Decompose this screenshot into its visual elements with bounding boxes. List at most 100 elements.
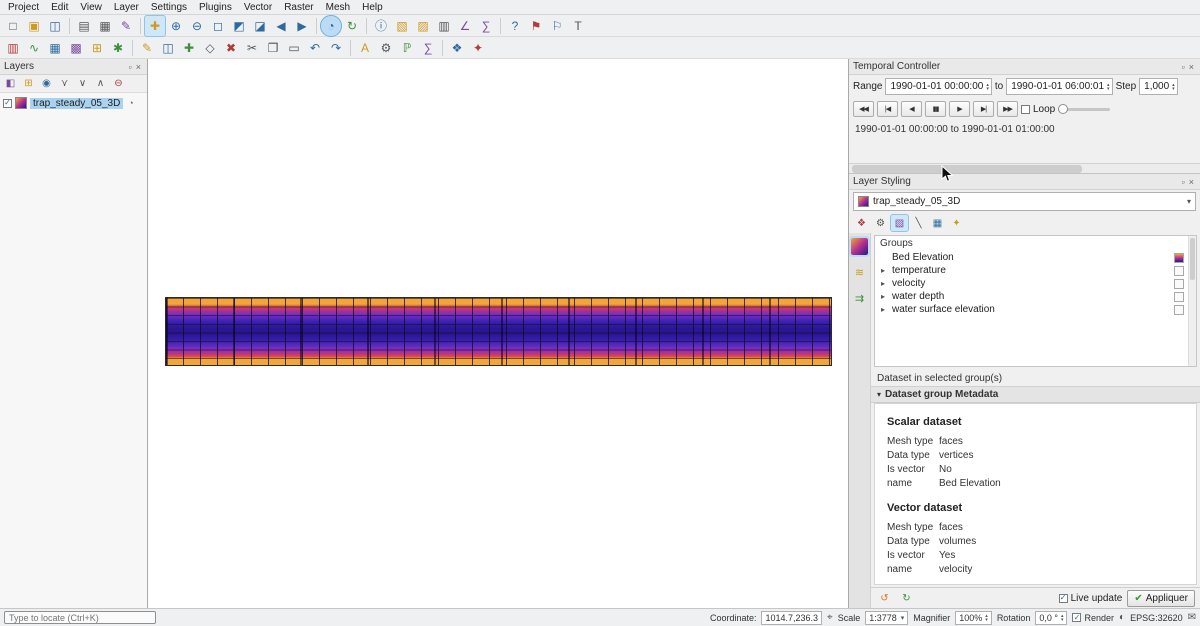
panel-close-icon[interactable]: × — [1187, 177, 1196, 187]
zoom-in-icon[interactable]: ⊕ — [166, 16, 186, 36]
temporal-slider[interactable] — [1058, 108, 1110, 111]
style-manager-icon[interactable]: ✎ — [116, 16, 136, 36]
panel-float-icon[interactable]: ▫ — [1180, 62, 1187, 72]
horizontal-scrollbar[interactable] — [849, 163, 1200, 174]
deselect-features-icon[interactable]: ▨ — [413, 16, 433, 36]
mesh-calculator-icon[interactable]: ∑ — [418, 38, 438, 58]
save-layer-edits-icon[interactable]: ◫ — [158, 38, 178, 58]
group-label[interactable]: velocity — [892, 278, 1172, 289]
tab-settings-icon[interactable]: ⚙ — [872, 215, 889, 231]
styling-layer-selector[interactable]: trap_steady_05_3D ▾ — [853, 192, 1196, 211]
delete-selected-icon[interactable]: ✖ — [221, 38, 241, 58]
add-vector-layer-icon[interactable]: ∿ — [24, 38, 44, 58]
panel-float-icon[interactable]: ▫ — [1180, 177, 1187, 187]
open-layer-styling-panel-icon[interactable]: ◧ — [2, 76, 19, 92]
extents-toggle-icon[interactable]: ⌖ — [827, 612, 833, 623]
menu-help[interactable]: Help — [356, 2, 389, 13]
zoom-last-icon[interactable]: ◀ — [271, 16, 291, 36]
menu-plugins[interactable]: Plugins — [193, 2, 238, 13]
plugin-manager-icon[interactable]: ❖ — [447, 38, 467, 58]
expand-all-icon[interactable]: ∨ — [74, 76, 91, 92]
menu-edit[interactable]: Edit — [45, 2, 74, 13]
group-row-velocity[interactable]: ▸ velocity — [875, 277, 1196, 290]
identify-features-icon[interactable]: ⓘ — [371, 16, 391, 36]
add-group-icon[interactable]: ⊞ — [20, 76, 37, 92]
group-label[interactable]: water depth — [892, 291, 1172, 302]
text-annotation-icon[interactable]: T — [568, 16, 588, 36]
spinner-arrows-icon[interactable]: ▴▾ — [1107, 83, 1110, 91]
menu-raster[interactable]: Raster — [278, 2, 319, 13]
side-tab-arrows-icon[interactable]: ⇉ — [851, 290, 868, 307]
frame-back-button[interactable]: ◀ — [901, 101, 922, 117]
live-update-checkbox-box[interactable]: ✓ — [1059, 594, 1068, 603]
range-end-input[interactable]: 1990-01-01 06:00:01 ▴▾ — [1006, 78, 1112, 95]
layer-checkbox[interactable]: ✓ — [3, 99, 12, 108]
manage-map-themes-icon[interactable]: ◉ — [38, 76, 55, 92]
scalar-toggle-icon[interactable] — [1174, 266, 1184, 276]
scalar-toggle-icon[interactable] — [1174, 253, 1184, 263]
play-button[interactable]: ▶ — [949, 101, 970, 117]
menu-settings[interactable]: Settings — [145, 2, 193, 13]
rotation-spinbox[interactable]: 0,0 ° ▴▾ — [1035, 611, 1067, 625]
scale-combo[interactable]: 1:3778 ▾ — [865, 611, 908, 625]
cut-features-icon[interactable]: ✂ — [242, 38, 262, 58]
pause-button[interactable]: ▮▮ — [925, 101, 946, 117]
map-tips-icon[interactable]: ? — [505, 16, 525, 36]
new-bookmark-icon[interactable]: ⚑ — [526, 16, 546, 36]
apply-button[interactable]: ✔ Appliquer — [1127, 590, 1195, 607]
auto-apply-icon[interactable]: ↻ — [898, 590, 915, 606]
add-mesh-layer-icon[interactable]: ▩ — [66, 38, 86, 58]
metadata-collapsible-header[interactable]: ▾ Dataset group Metadata — [871, 386, 1200, 403]
new-shapefile-layer-icon[interactable]: ✱ — [108, 38, 128, 58]
tab-attributes-icon[interactable]: ❖ — [853, 215, 870, 231]
measure-icon[interactable]: ∠ — [455, 16, 475, 36]
coordinate-value-box[interactable]: 1014.7,236.3 — [761, 611, 822, 625]
live-update-checkbox[interactable]: ✓ Live update — [1059, 593, 1123, 604]
panel-close-icon[interactable]: × — [134, 62, 143, 72]
vertical-scrollbar[interactable] — [1188, 236, 1196, 366]
fast-rewind-button[interactable]: ◀◀ — [853, 101, 874, 117]
save-project-icon[interactable]: ◫ — [45, 16, 65, 36]
pan-map-icon[interactable]: ✚ — [145, 16, 165, 36]
toggle-editing-icon[interactable]: ✎ — [137, 38, 157, 58]
show-bookmarks-icon[interactable]: ⚐ — [547, 16, 567, 36]
horizontal-scrollbar-thumb[interactable] — [852, 165, 1082, 173]
spinner-arrows-icon[interactable]: ▴▾ — [1172, 83, 1175, 91]
menu-layer[interactable]: Layer — [108, 2, 145, 13]
fast-forward-button[interactable]: ▶▶ — [997, 101, 1018, 117]
log-messages-icon[interactable]: ✉ — [1188, 612, 1196, 623]
group-label[interactable]: temperature — [892, 265, 1172, 276]
open-project-icon[interactable]: ▣ — [24, 16, 44, 36]
group-row-bed-elevation[interactable]: Bed Elevation — [875, 251, 1196, 264]
temporal-slider-handle[interactable] — [1058, 104, 1068, 114]
group-row-temperature[interactable]: ▸ temperature — [875, 264, 1196, 277]
new-print-layout-icon[interactable]: ▤ — [74, 16, 94, 36]
zoom-full-icon[interactable]: ◻ — [208, 16, 228, 36]
new-project-icon[interactable]: □ — [3, 16, 23, 36]
refresh-map-icon[interactable]: ↻ — [342, 16, 362, 36]
tree-arrow-icon[interactable]: ▸ — [881, 279, 890, 288]
style-history-icon[interactable]: ↺ — [876, 590, 893, 606]
skip-to-start-button[interactable]: |◀ — [877, 101, 898, 117]
zoom-to-selection-icon[interactable]: ◩ — [229, 16, 249, 36]
processing-toolbox-icon[interactable]: ⚙ — [376, 38, 396, 58]
side-tab-contours-icon[interactable]: ≋ — [851, 264, 868, 281]
render-checkbox-box[interactable]: ✓ — [1072, 613, 1081, 622]
menu-view[interactable]: View — [74, 2, 108, 13]
scalar-toggle-icon[interactable] — [1174, 305, 1184, 315]
spinner-arrows-icon[interactable]: ▴▾ — [985, 614, 988, 622]
metasearch-icon[interactable]: ✦ — [468, 38, 488, 58]
loop-checkbox-box[interactable] — [1021, 105, 1030, 114]
zoom-out-icon[interactable]: ⊖ — [187, 16, 207, 36]
map-canvas[interactable] — [148, 59, 848, 608]
redo-icon[interactable]: ↷ — [326, 38, 346, 58]
tab-datasets-icon[interactable]: ▧ — [891, 215, 908, 231]
group-row-water-depth[interactable]: ▸ water depth — [875, 290, 1196, 303]
add-raster-layer-icon[interactable]: ▦ — [45, 38, 65, 58]
loop-checkbox[interactable]: Loop — [1021, 104, 1055, 115]
side-tab-color-ramp-icon[interactable]: ▧ — [851, 238, 868, 255]
crs-globe-icon[interactable]: ◐ — [1119, 612, 1125, 623]
group-label[interactable]: Bed Elevation — [892, 252, 1172, 263]
layer-labeling-icon[interactable]: A — [355, 38, 375, 58]
crs-value[interactable]: EPSG:32620 — [1130, 613, 1183, 623]
